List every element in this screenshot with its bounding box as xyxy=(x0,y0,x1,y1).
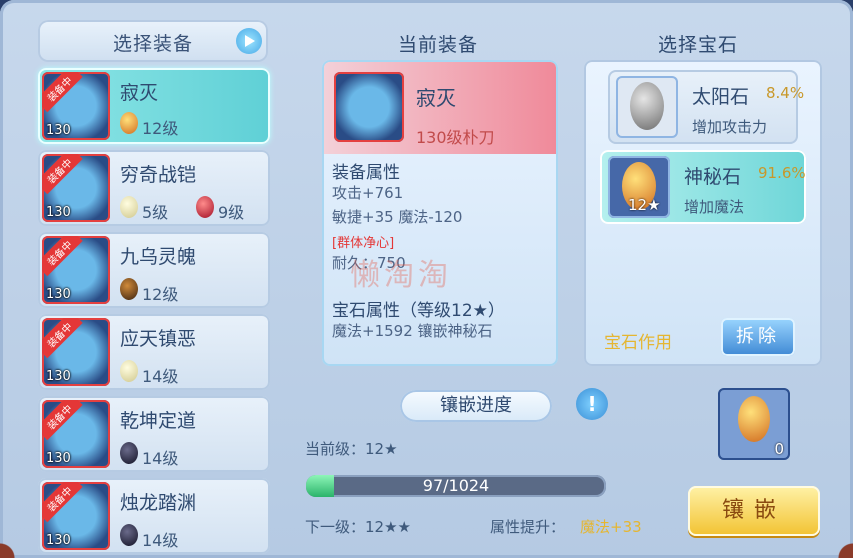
equipment-level: 130 xyxy=(46,451,71,466)
gem-level: 14级 xyxy=(142,531,179,550)
equipment-icon: 装备中 130 xyxy=(42,318,110,386)
equipment-header: 寂灭 130级朴刀 xyxy=(324,62,556,154)
arrow-right-icon[interactable] xyxy=(236,28,262,54)
gem-attr-header: 宝石属性（等级12★） xyxy=(332,301,505,321)
dark-gem-icon xyxy=(120,524,138,546)
equipment-name: 寂灭 xyxy=(416,86,456,110)
attr-boost-value: 魔法+33 xyxy=(580,518,642,536)
gem-desc: 增加攻击力 xyxy=(692,118,768,136)
equipment-icon: 装备中 130 xyxy=(42,72,110,140)
equipment-name: 寂灭 xyxy=(120,82,159,104)
inlay-progress-title: 镶嵌进度 xyxy=(400,390,552,422)
next-level: 下一级：12★★ xyxy=(305,518,411,536)
gem-card-sun[interactable]: 太阳石 8.4% 增加攻击力 xyxy=(608,70,804,144)
gem-level: 9级 xyxy=(218,203,245,222)
current-equipment-panel: 寂灭 130级朴刀 装备属性 攻击+761 敏捷+35 魔法-120 [群体净心… xyxy=(322,60,558,366)
equipment-name: 烛龙踏渊 xyxy=(120,492,197,514)
gem-count: 0 xyxy=(774,440,784,458)
info-icon[interactable]: ! xyxy=(576,388,608,420)
gem-level: 14级 xyxy=(142,449,179,468)
equipment-name: 应天镇恶 xyxy=(120,328,197,350)
remove-button[interactable]: 拆除 xyxy=(721,318,795,356)
gem-level: 5级 xyxy=(142,203,169,222)
equipment-type: 130级朴刀 xyxy=(416,128,495,147)
equipment-name: 穷奇战铠 xyxy=(120,164,197,186)
dark-gem-icon xyxy=(120,442,138,464)
gem-level: 12级 xyxy=(142,285,179,304)
equipment-item-3[interactable]: 装备中 130 应天镇恶 14级 xyxy=(38,314,270,390)
current-equipment-title: 当前装备 xyxy=(398,34,479,56)
watermark: 懒淘淘 xyxy=(350,258,452,293)
equipped-badge: 装备中 xyxy=(42,400,83,441)
gem-percent: 91.6% xyxy=(758,164,806,182)
mystery-stone-icon: 12★ xyxy=(608,156,670,218)
mystery-gem-icon xyxy=(120,112,138,134)
sun-gem-icon xyxy=(120,196,138,218)
equipped-badge: 装备中 xyxy=(42,318,83,359)
select-gem-title: 选择宝石 xyxy=(658,34,739,56)
gem-effect-link[interactable]: 宝石作用 xyxy=(604,328,672,353)
equipment-icon: 装备中 130 xyxy=(42,236,110,304)
attr-boost-label: 属性提升： xyxy=(490,518,566,536)
equipment-item-1[interactable]: 装备中 130 穷奇战铠 5级 9级 xyxy=(38,150,270,226)
gem-level: 12级 xyxy=(142,119,179,138)
equipment-name: 九乌灵魄 xyxy=(120,246,197,268)
attr-line: 敏捷+35 魔法-120 xyxy=(332,208,463,226)
attr-header: 装备属性 xyxy=(332,163,400,183)
gem-name: 太阳石 xyxy=(692,86,750,108)
select-equipment-title: 选择装备 xyxy=(112,33,193,55)
current-level: 当前级：12★ xyxy=(305,440,398,458)
equipped-badge: 装备中 xyxy=(42,154,83,195)
sun-stone-icon xyxy=(616,76,678,138)
equipped-badge: 装备中 xyxy=(42,482,83,523)
equipment-level: 130 xyxy=(46,205,71,220)
gem-card-mystery[interactable]: 12★ 神秘石 91.6% 增加魔法 xyxy=(600,150,806,224)
equipment-item-0[interactable]: 装备中 130 寂灭 12级 xyxy=(38,68,270,144)
equipment-icon xyxy=(334,72,404,142)
gem-desc: 增加魔法 xyxy=(684,198,745,216)
equipment-name: 乾坤定道 xyxy=(120,410,197,432)
equipment-item-2[interactable]: 装备中 130 九乌灵魄 12级 xyxy=(38,232,270,308)
gem-level: 12★ xyxy=(628,196,661,214)
special-effect: [群体净心] xyxy=(332,236,395,251)
decor-corner xyxy=(0,518,40,558)
gem-slot[interactable]: 0 xyxy=(718,388,790,460)
equipment-level: 130 xyxy=(46,123,71,138)
gem-percent: 8.4% xyxy=(766,84,805,102)
gem-level: 14级 xyxy=(142,367,179,386)
equipment-icon: 装备中 130 xyxy=(42,482,110,550)
game-window: 选择装备 装备中 130 寂灭 12级 装备中 130 穷奇战铠 5级 9级 装… xyxy=(0,0,853,558)
sun-gem-icon xyxy=(120,360,138,382)
progress-text: 97/1024 xyxy=(422,476,490,495)
attr-line: 攻击+761 xyxy=(332,184,404,202)
inlay-button[interactable]: 镶嵌 xyxy=(688,486,820,536)
select-equipment-header[interactable]: 选择装备 xyxy=(38,20,268,62)
equipment-level: 130 xyxy=(46,287,71,302)
red-gem-icon xyxy=(196,196,214,218)
equipment-level: 130 xyxy=(46,369,71,384)
inlay-progress-bar: 97/1024 xyxy=(306,475,606,497)
brown-gem-icon xyxy=(120,278,138,300)
gem-attr-line: 魔法+1592 镶嵌神秘石 xyxy=(332,322,493,340)
gem-name: 神秘石 xyxy=(684,166,742,188)
equipment-item-4[interactable]: 装备中 130 乾坤定道 14级 xyxy=(38,396,270,472)
equipped-badge: 装备中 xyxy=(42,236,83,277)
equipment-item-5[interactable]: 装备中 130 烛龙踏渊 14级 xyxy=(38,478,270,554)
equipment-icon: 装备中 130 xyxy=(42,154,110,222)
equipped-badge: 装备中 xyxy=(42,72,83,113)
equipment-level: 130 xyxy=(46,533,71,548)
gem-select-panel: 太阳石 8.4% 增加攻击力 12★ 神秘石 91.6% 增加魔法 宝石作用 拆… xyxy=(584,60,822,366)
mystery-gem-icon xyxy=(738,396,770,442)
equipment-icon: 装备中 130 xyxy=(42,400,110,468)
